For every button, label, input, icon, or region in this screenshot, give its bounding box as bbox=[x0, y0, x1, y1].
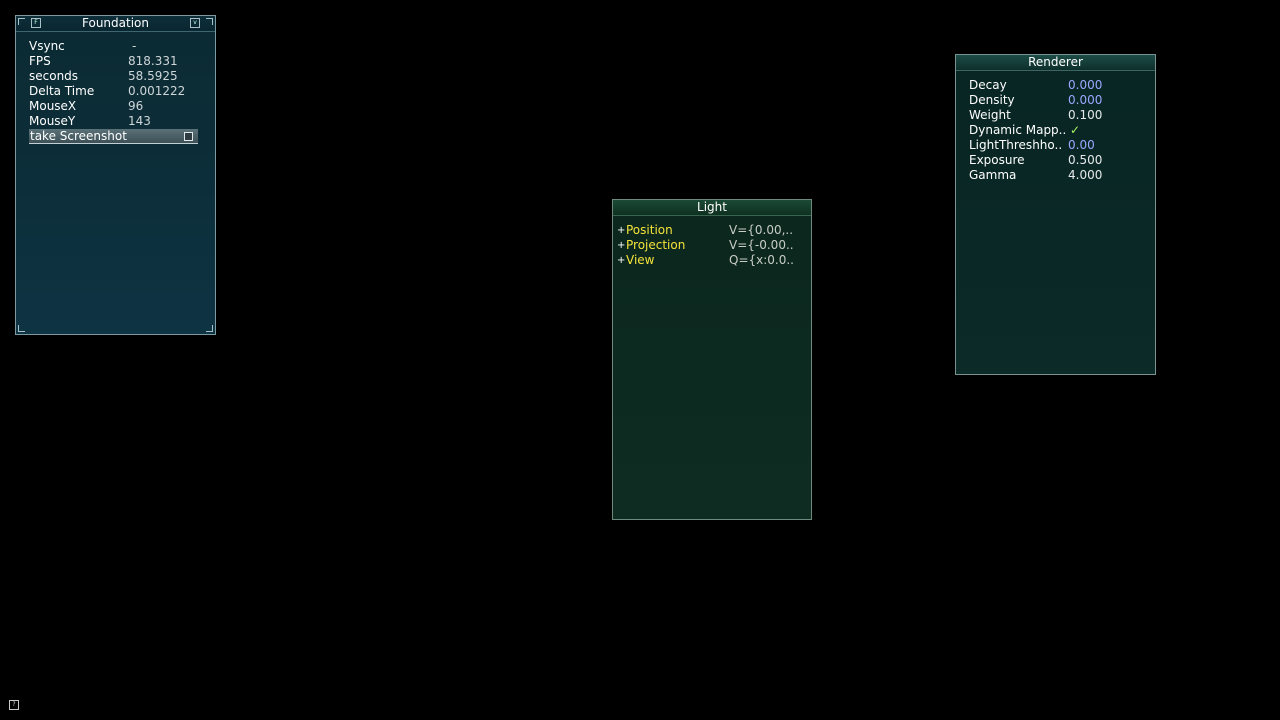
row-label: MouseY bbox=[29, 114, 76, 128]
row-value[interactable]: 0.500 bbox=[1068, 153, 1102, 168]
row-label: Vsync bbox=[29, 39, 65, 53]
renderer-row-gamma[interactable]: Gamma 4.000 bbox=[969, 168, 1145, 183]
checkmark-icon[interactable]: ✓ bbox=[1070, 123, 1080, 138]
bar-menu-icon[interactable]: F bbox=[31, 18, 41, 28]
foundation-row-delta-time: Delta Time 0.001222 bbox=[29, 84, 205, 99]
row-value: 96 bbox=[128, 99, 144, 113]
row-label: Delta Time bbox=[29, 84, 95, 98]
foundation-row-fps: FPS 818.331 bbox=[29, 54, 205, 69]
row-label: Density bbox=[969, 93, 1015, 107]
renderer-row-light-threshold[interactable]: LightThreshho.. 0.00 bbox=[969, 138, 1145, 153]
light-row-view[interactable]: + View Q={x:0.0.. bbox=[617, 253, 801, 268]
row-value[interactable]: 4.000 bbox=[1068, 168, 1102, 183]
row-value: 143 bbox=[128, 114, 151, 128]
foundation-row-mousey: MouseY 143 bbox=[29, 114, 205, 129]
light-row-position[interactable]: + Position V={0.00,.. bbox=[617, 223, 801, 238]
resize-corner-icon[interactable] bbox=[206, 18, 213, 25]
light-title[interactable]: Light bbox=[613, 200, 811, 216]
foundation-title[interactable]: Foundation bbox=[16, 16, 215, 32]
resize-corner-icon[interactable] bbox=[206, 325, 213, 332]
foundation-panel[interactable]: Foundation F v Vsync - FPS 818.331 secon… bbox=[15, 15, 216, 335]
renderer-row-dynamic-mapping[interactable]: Dynamic Mapp.. ✓ bbox=[969, 123, 1145, 138]
row-label: Decay bbox=[969, 78, 1007, 92]
resize-corner-icon[interactable] bbox=[18, 18, 25, 25]
row-label: FPS bbox=[29, 54, 51, 68]
row-label: LightThreshho.. bbox=[969, 138, 1063, 152]
renderer-title[interactable]: Renderer bbox=[956, 55, 1155, 71]
row-label: Weight bbox=[969, 108, 1011, 122]
renderer-panel[interactable]: Renderer Decay 0.000 Density 0.000 Weigh… bbox=[955, 54, 1156, 375]
renderer-row-density[interactable]: Density 0.000 bbox=[969, 93, 1145, 108]
row-value[interactable]: V={0.00,.. bbox=[729, 223, 793, 238]
row-label: View bbox=[626, 253, 655, 267]
row-value[interactable]: V={-0.00.. bbox=[729, 238, 794, 253]
renderer-row-weight[interactable]: Weight 0.100 bbox=[969, 108, 1145, 123]
minimize-icon[interactable]: v bbox=[190, 18, 200, 28]
row-label: MouseX bbox=[29, 99, 77, 113]
expand-icon[interactable]: + bbox=[617, 238, 625, 253]
row-label: Position bbox=[626, 223, 673, 237]
row-value[interactable]: 0.00 bbox=[1068, 138, 1095, 153]
row-label: Exposure bbox=[969, 153, 1025, 167]
row-value[interactable]: 0.000 bbox=[1068, 93, 1102, 108]
resize-corner-icon[interactable] bbox=[18, 325, 25, 332]
row-value[interactable]: 0.100 bbox=[1068, 108, 1102, 123]
row-value[interactable]: 0.000 bbox=[1068, 78, 1102, 93]
row-value: - bbox=[132, 39, 137, 53]
expand-icon[interactable]: + bbox=[617, 223, 625, 238]
take-screenshot-button[interactable]: take Screenshot bbox=[29, 129, 198, 144]
row-value: 818.331 bbox=[128, 54, 178, 68]
row-value: 0.001222 bbox=[128, 84, 186, 98]
row-label: Projection bbox=[626, 238, 686, 252]
row-value[interactable]: Q={x:0.0.. bbox=[729, 253, 794, 268]
row-label: Gamma bbox=[969, 168, 1017, 182]
light-row-projection[interactable]: + Projection V={-0.00.. bbox=[617, 238, 801, 253]
foundation-row-mousex: MouseX 96 bbox=[29, 99, 205, 114]
row-label: Dynamic Mapp.. bbox=[969, 123, 1067, 137]
foundation-row-vsync[interactable]: Vsync - bbox=[29, 39, 205, 54]
renderer-row-exposure[interactable]: Exposure 0.500 bbox=[969, 153, 1145, 168]
row-label: seconds bbox=[29, 69, 79, 83]
screenshot-checkbox[interactable] bbox=[184, 132, 193, 141]
take-screenshot-label: take Screenshot bbox=[30, 129, 127, 143]
help-icon[interactable]: ? bbox=[9, 700, 19, 710]
renderer-row-decay[interactable]: Decay 0.000 bbox=[969, 78, 1145, 93]
foundation-row-seconds: seconds 58.5925 bbox=[29, 69, 205, 84]
row-value: 58.5925 bbox=[128, 69, 178, 83]
light-panel[interactable]: Light + Position V={0.00,.. + Projection… bbox=[612, 199, 812, 520]
expand-icon[interactable]: + bbox=[617, 253, 625, 268]
